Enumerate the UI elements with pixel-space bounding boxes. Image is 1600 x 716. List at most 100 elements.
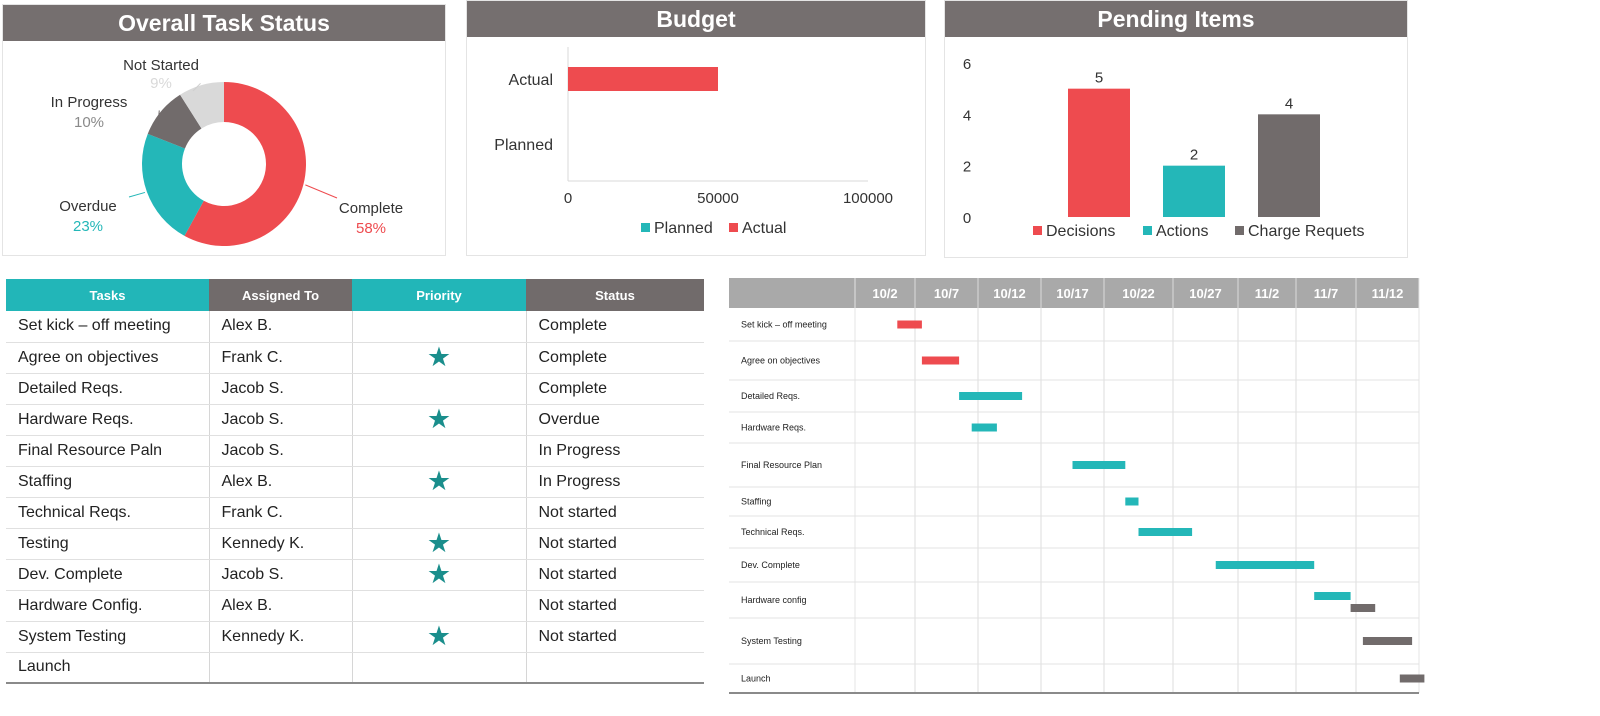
pending-y-tick-label: 2 [963, 159, 971, 176]
pending-legend-swatch-actions [1143, 226, 1152, 235]
pending-legend-swatch-charge-requets [1235, 226, 1244, 235]
gantt-date-header: 11/12 [1372, 286, 1404, 301]
status-cell: Not started [526, 590, 704, 622]
gantt-task-bar [1362, 637, 1413, 645]
status-cell: Not started [526, 621, 704, 653]
donut-value-in-progress: 10% [74, 114, 104, 131]
assigned-to-cell: Alex B. [209, 311, 353, 343]
gantt-task-label: Staffing [741, 497, 771, 507]
gantt-task-label: Hardware Reqs. [741, 423, 806, 433]
status-cell: Complete [526, 311, 704, 343]
status-cell: Not started [526, 497, 704, 529]
assigned-to-cell: Jacob S. [209, 435, 353, 467]
pending-legend-label-actions: Actions [1156, 223, 1208, 240]
gantt-date-header: 10/17 [1056, 286, 1089, 301]
budget-bar-chart: Actual Planned 0 50000 100000 Planned Actual [494, 47, 893, 237]
status-cell: Not started [526, 528, 704, 560]
budget-legend-label-planned: Planned [654, 220, 713, 237]
donut-label-overdue: Overdue [59, 198, 117, 215]
budget-category-label-actual: Actual [509, 72, 553, 89]
task-row: Hardware Config. Alex B. Not started [6, 590, 704, 622]
task-status-donut-chart: Complete 58% Overdue 23% In Progress 10% Not S… [51, 57, 403, 247]
donut-leader-line-complete [305, 184, 338, 199]
assigned-to-cell: Jacob S. [209, 373, 353, 405]
header-status: Status [526, 279, 704, 311]
task-row: Hardware Reqs. Jacob S. ★ Overdue [6, 404, 704, 436]
status-cell: Not started [526, 559, 704, 591]
task-row: Technical Reqs. Frank C. Not started [6, 497, 704, 529]
gantt-task-label: Detailed Reqs. [741, 391, 800, 401]
gantt-task-bar [1399, 674, 1425, 683]
status-cell [526, 652, 704, 684]
assigned-to-cell: Alex B. [209, 590, 353, 622]
pending-legend-label-charge-requets: Charge Requets [1248, 223, 1365, 240]
task-name-cell: Hardware Config. [6, 590, 210, 622]
gantt-task-label: Launch [741, 674, 771, 684]
donut-value-not-started: 9% [150, 75, 172, 92]
gantt-date-header: 10/27 [1189, 286, 1222, 301]
task-name-cell: Agree on objectives [6, 342, 210, 374]
pending-legend-swatch-decisions [1033, 226, 1042, 235]
assigned-to-cell: Frank C. [209, 497, 353, 529]
task-name-cell: Set kick – off meeting [6, 311, 210, 343]
gantt-date-header: 10/12 [993, 286, 1026, 301]
gantt-task-label: Technical Reqs. [741, 527, 805, 537]
task-name-cell: Launch [6, 652, 210, 684]
assigned-to-cell [209, 652, 353, 684]
gantt-task-label: Agree on objectives [741, 356, 821, 366]
status-cell: Complete [526, 373, 704, 405]
pending-y-tick-label: 6 [963, 56, 971, 73]
gantt-date-header: 11/2 [1255, 286, 1280, 301]
donut-label-in-progress: In Progress [51, 94, 128, 111]
priority-cell [352, 435, 527, 467]
task-row: Staffing Alex B. ★ In Progress [6, 466, 704, 498]
assigned-to-cell: Kennedy K. [209, 528, 353, 560]
gantt-task-label: Hardware config [741, 595, 807, 605]
budget-x-tick-label: 100000 [843, 190, 893, 207]
pending-bar-actions [1163, 165, 1225, 217]
status-cell: In Progress [526, 466, 704, 498]
priority-cell: ★ [352, 404, 527, 436]
pending-items-bar-chart: 0 2 4 6 5 2 4 Decisions Actions Charge Requets [963, 56, 1365, 240]
priority-cell: ★ [352, 466, 527, 498]
pending-items-panel: Pending Items 0 2 4 6 5 2 4 Decisions Actions Cha… [944, 0, 1408, 258]
gantt-task-bar [1350, 604, 1376, 612]
budget-legend-swatch-actual [729, 223, 738, 232]
task-row: Testing Kennedy K. ★ Not started [6, 528, 704, 560]
assigned-to-cell: Jacob S. [209, 559, 353, 591]
task-name-cell: System Testing [6, 621, 210, 653]
header-priority: Priority [352, 279, 526, 311]
gantt-task-label: Final Resource Plan [741, 460, 822, 470]
priority-star-icon: ★ [426, 621, 452, 651]
task-row: Agree on objectives Frank C. ★ Complete [6, 342, 704, 374]
donut-leader-line-overdue [128, 191, 146, 198]
status-cell: Overdue [526, 404, 704, 436]
gantt-task-bar [1215, 561, 1315, 569]
priority-cell [352, 590, 527, 622]
gantt-task-bar [1125, 497, 1139, 506]
budget-bar-actual-actual [568, 67, 718, 91]
priority-star-icon: ★ [426, 404, 452, 434]
gantt-task-bar [971, 423, 997, 432]
budget-category-label-planned: Planned [494, 137, 553, 154]
priority-cell [352, 497, 527, 529]
gantt-date-header: 10/7 [934, 286, 959, 301]
task-row: Detailed Reqs. Jacob S. Complete [6, 373, 704, 405]
budget-x-tick-label: 0 [564, 190, 572, 207]
gantt-task-label: Dev. Complete [741, 560, 800, 570]
status-cell: In Progress [526, 435, 704, 467]
task-name-cell: Dev. Complete [6, 559, 210, 591]
task-name-cell: Hardware Reqs. [6, 404, 210, 436]
task-name-cell: Testing [6, 528, 210, 560]
gantt-task-bar [897, 320, 922, 329]
donut-label-complete: Complete [339, 200, 403, 217]
donut-label-not-started: Not Started [123, 57, 199, 74]
task-status-panel: Overall Task Status Complete 58% Overdue 23… [2, 4, 446, 256]
gantt-task-bar [1314, 592, 1351, 600]
task-table: Tasks Assigned To Priority Status Set ki… [6, 279, 704, 684]
task-name-cell: Staffing [6, 466, 210, 498]
assigned-to-cell: Frank C. [209, 342, 353, 374]
header-tasks: Tasks [6, 279, 209, 311]
priority-cell [352, 373, 527, 405]
task-row: Set kick – off meeting Alex B. Complete [6, 311, 704, 343]
